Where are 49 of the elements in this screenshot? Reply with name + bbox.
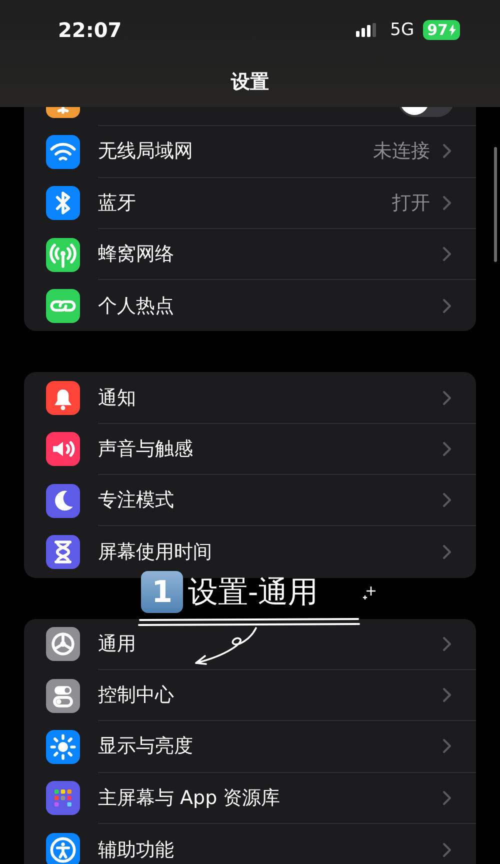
wifi-icon xyxy=(46,134,80,169)
chevron-icon xyxy=(442,687,452,704)
settings-item[interactable]: 显示与亮度 xyxy=(98,733,193,760)
settings-item[interactable]: 无线局域网 xyxy=(98,138,193,164)
number-badge: 1 xyxy=(141,571,183,613)
bell-icon xyxy=(46,381,80,416)
annotation-text: 设置-通用 xyxy=(188,574,318,612)
chevron-icon xyxy=(442,440,452,457)
sun-icon xyxy=(46,730,80,764)
link-icon xyxy=(46,288,80,323)
accessibility-icon xyxy=(46,832,80,864)
app-grid-icon xyxy=(46,781,80,816)
chevron-icon xyxy=(442,738,452,754)
battery-indicator: 97 xyxy=(423,20,460,40)
settings-item[interactable]: 蜂窝网络 xyxy=(98,241,174,268)
antenna-icon xyxy=(46,238,80,272)
chevron-icon xyxy=(442,143,452,160)
item-value: 未连接 xyxy=(373,139,430,164)
network-label: 5G xyxy=(390,20,414,40)
chevron-icon xyxy=(442,842,452,858)
settings-item[interactable]: 个人热点 xyxy=(98,292,174,319)
item-value: 打开 xyxy=(392,190,430,216)
bluetooth-icon xyxy=(46,186,80,220)
page-title: 设置 xyxy=(230,70,270,95)
settings-item[interactable]: 主屏幕与 App 资源库 xyxy=(98,784,280,811)
settings-item[interactable]: 通用 xyxy=(98,630,136,657)
chevron-icon xyxy=(442,390,452,406)
chevron-icon xyxy=(442,636,452,652)
chevron-icon xyxy=(442,298,452,314)
moon-icon xyxy=(46,484,80,518)
chevron-icon xyxy=(442,790,452,806)
settings-item[interactable]: 屏幕使用时间 xyxy=(98,539,212,566)
settings-item[interactable]: 专注模式 xyxy=(98,487,174,514)
chevron-icon xyxy=(442,544,452,560)
speaker-icon xyxy=(46,432,80,466)
settings-icon xyxy=(46,627,80,662)
settings-item[interactable]: 辅助功能 xyxy=(98,836,174,862)
settings-item[interactable]: 控制中心 xyxy=(98,682,174,708)
chevron-icon xyxy=(442,246,452,262)
status-time: 22:07 xyxy=(58,18,122,42)
hourglass-icon xyxy=(46,535,80,570)
signal-icon xyxy=(356,23,378,37)
switches-icon xyxy=(46,678,80,713)
sparkle-icon xyxy=(362,586,376,600)
settings-item[interactable]: 声音与触感 xyxy=(98,436,193,462)
chevron-icon xyxy=(442,492,452,508)
chevron-icon xyxy=(442,194,452,211)
settings-item[interactable]: 通知 xyxy=(98,384,136,411)
settings-item[interactable]: 蓝牙 xyxy=(98,190,136,216)
